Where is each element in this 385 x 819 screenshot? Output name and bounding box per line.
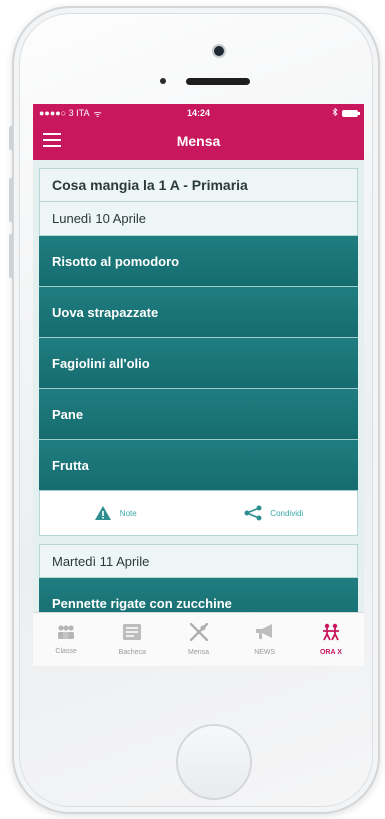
dish-item[interactable]: Uova strapazzate: [39, 287, 358, 338]
front-camera: [214, 46, 224, 56]
dish-item[interactable]: Pane: [39, 389, 358, 440]
dish-item[interactable]: Frutta: [39, 440, 358, 491]
dish-item[interactable]: Fagiolini all'olio: [39, 338, 358, 389]
battery-icon: [342, 109, 360, 117]
megaphone-icon: [254, 623, 276, 646]
tab-label: Mensa: [188, 649, 210, 656]
earpiece-speaker: [186, 78, 250, 85]
tab-news[interactable]: NEWS: [232, 613, 298, 666]
day-header: Martedì 11 Aprile: [39, 544, 358, 578]
tab-mensa[interactable]: Mensa: [165, 613, 231, 666]
carrier-label: ●●●●○ 3 ITA: [39, 108, 90, 118]
share-button[interactable]: Condividi: [244, 505, 303, 521]
share-icon: [244, 505, 262, 521]
volume-down-button: [9, 234, 13, 278]
wifi-icon: ᯤ: [93, 108, 102, 119]
mute-switch: [9, 126, 13, 150]
note-label: Note: [119, 508, 137, 518]
cutlery-icon: [188, 622, 210, 646]
board-icon: [122, 623, 142, 646]
app-screen: ●●●●○ 3 ITA ᯤ 14:24 Mensa Cosa mangia la…: [33, 104, 364, 666]
tab-label: NEWS: [254, 649, 276, 656]
dish-item[interactable]: Risotto al pomodoro: [39, 236, 358, 287]
page-title: Mensa: [176, 133, 221, 149]
menu-content: Cosa mangia la 1 A - Primaria Lunedì 10 …: [33, 160, 364, 629]
bottom-tab-bar: Classe Bacheca Mensa NEWS ORA X: [33, 612, 364, 666]
status-bar: ●●●●○ 3 ITA ᯤ 14:24: [33, 104, 364, 122]
warning-icon: [94, 505, 112, 521]
volume-up-button: [9, 178, 13, 222]
running-kids-icon: [320, 623, 342, 646]
tab-label: Bacheca: [118, 649, 146, 656]
tab-ora-x[interactable]: ORA X: [298, 613, 364, 666]
top-navbar: Mensa: [33, 122, 364, 160]
bluetooth-icon: [332, 107, 338, 118]
home-button[interactable]: [176, 724, 252, 800]
tab-bacheca[interactable]: Bacheca: [99, 613, 165, 666]
day-header: Lunedì 10 Aprile: [39, 202, 358, 236]
class-title: Cosa mangia la 1 A - Primaria: [39, 168, 358, 202]
tab-label: Classe: [55, 648, 77, 655]
share-label: Condividi: [270, 508, 304, 518]
hamburger-menu-icon[interactable]: [43, 133, 61, 149]
tab-classe[interactable]: Classe: [33, 613, 99, 666]
day-actions: Note Condividi: [39, 491, 358, 536]
tab-label: ORA X: [319, 649, 342, 656]
proximity-sensor: [160, 78, 166, 84]
note-button[interactable]: Note: [94, 505, 137, 521]
people-icon: [55, 624, 77, 645]
